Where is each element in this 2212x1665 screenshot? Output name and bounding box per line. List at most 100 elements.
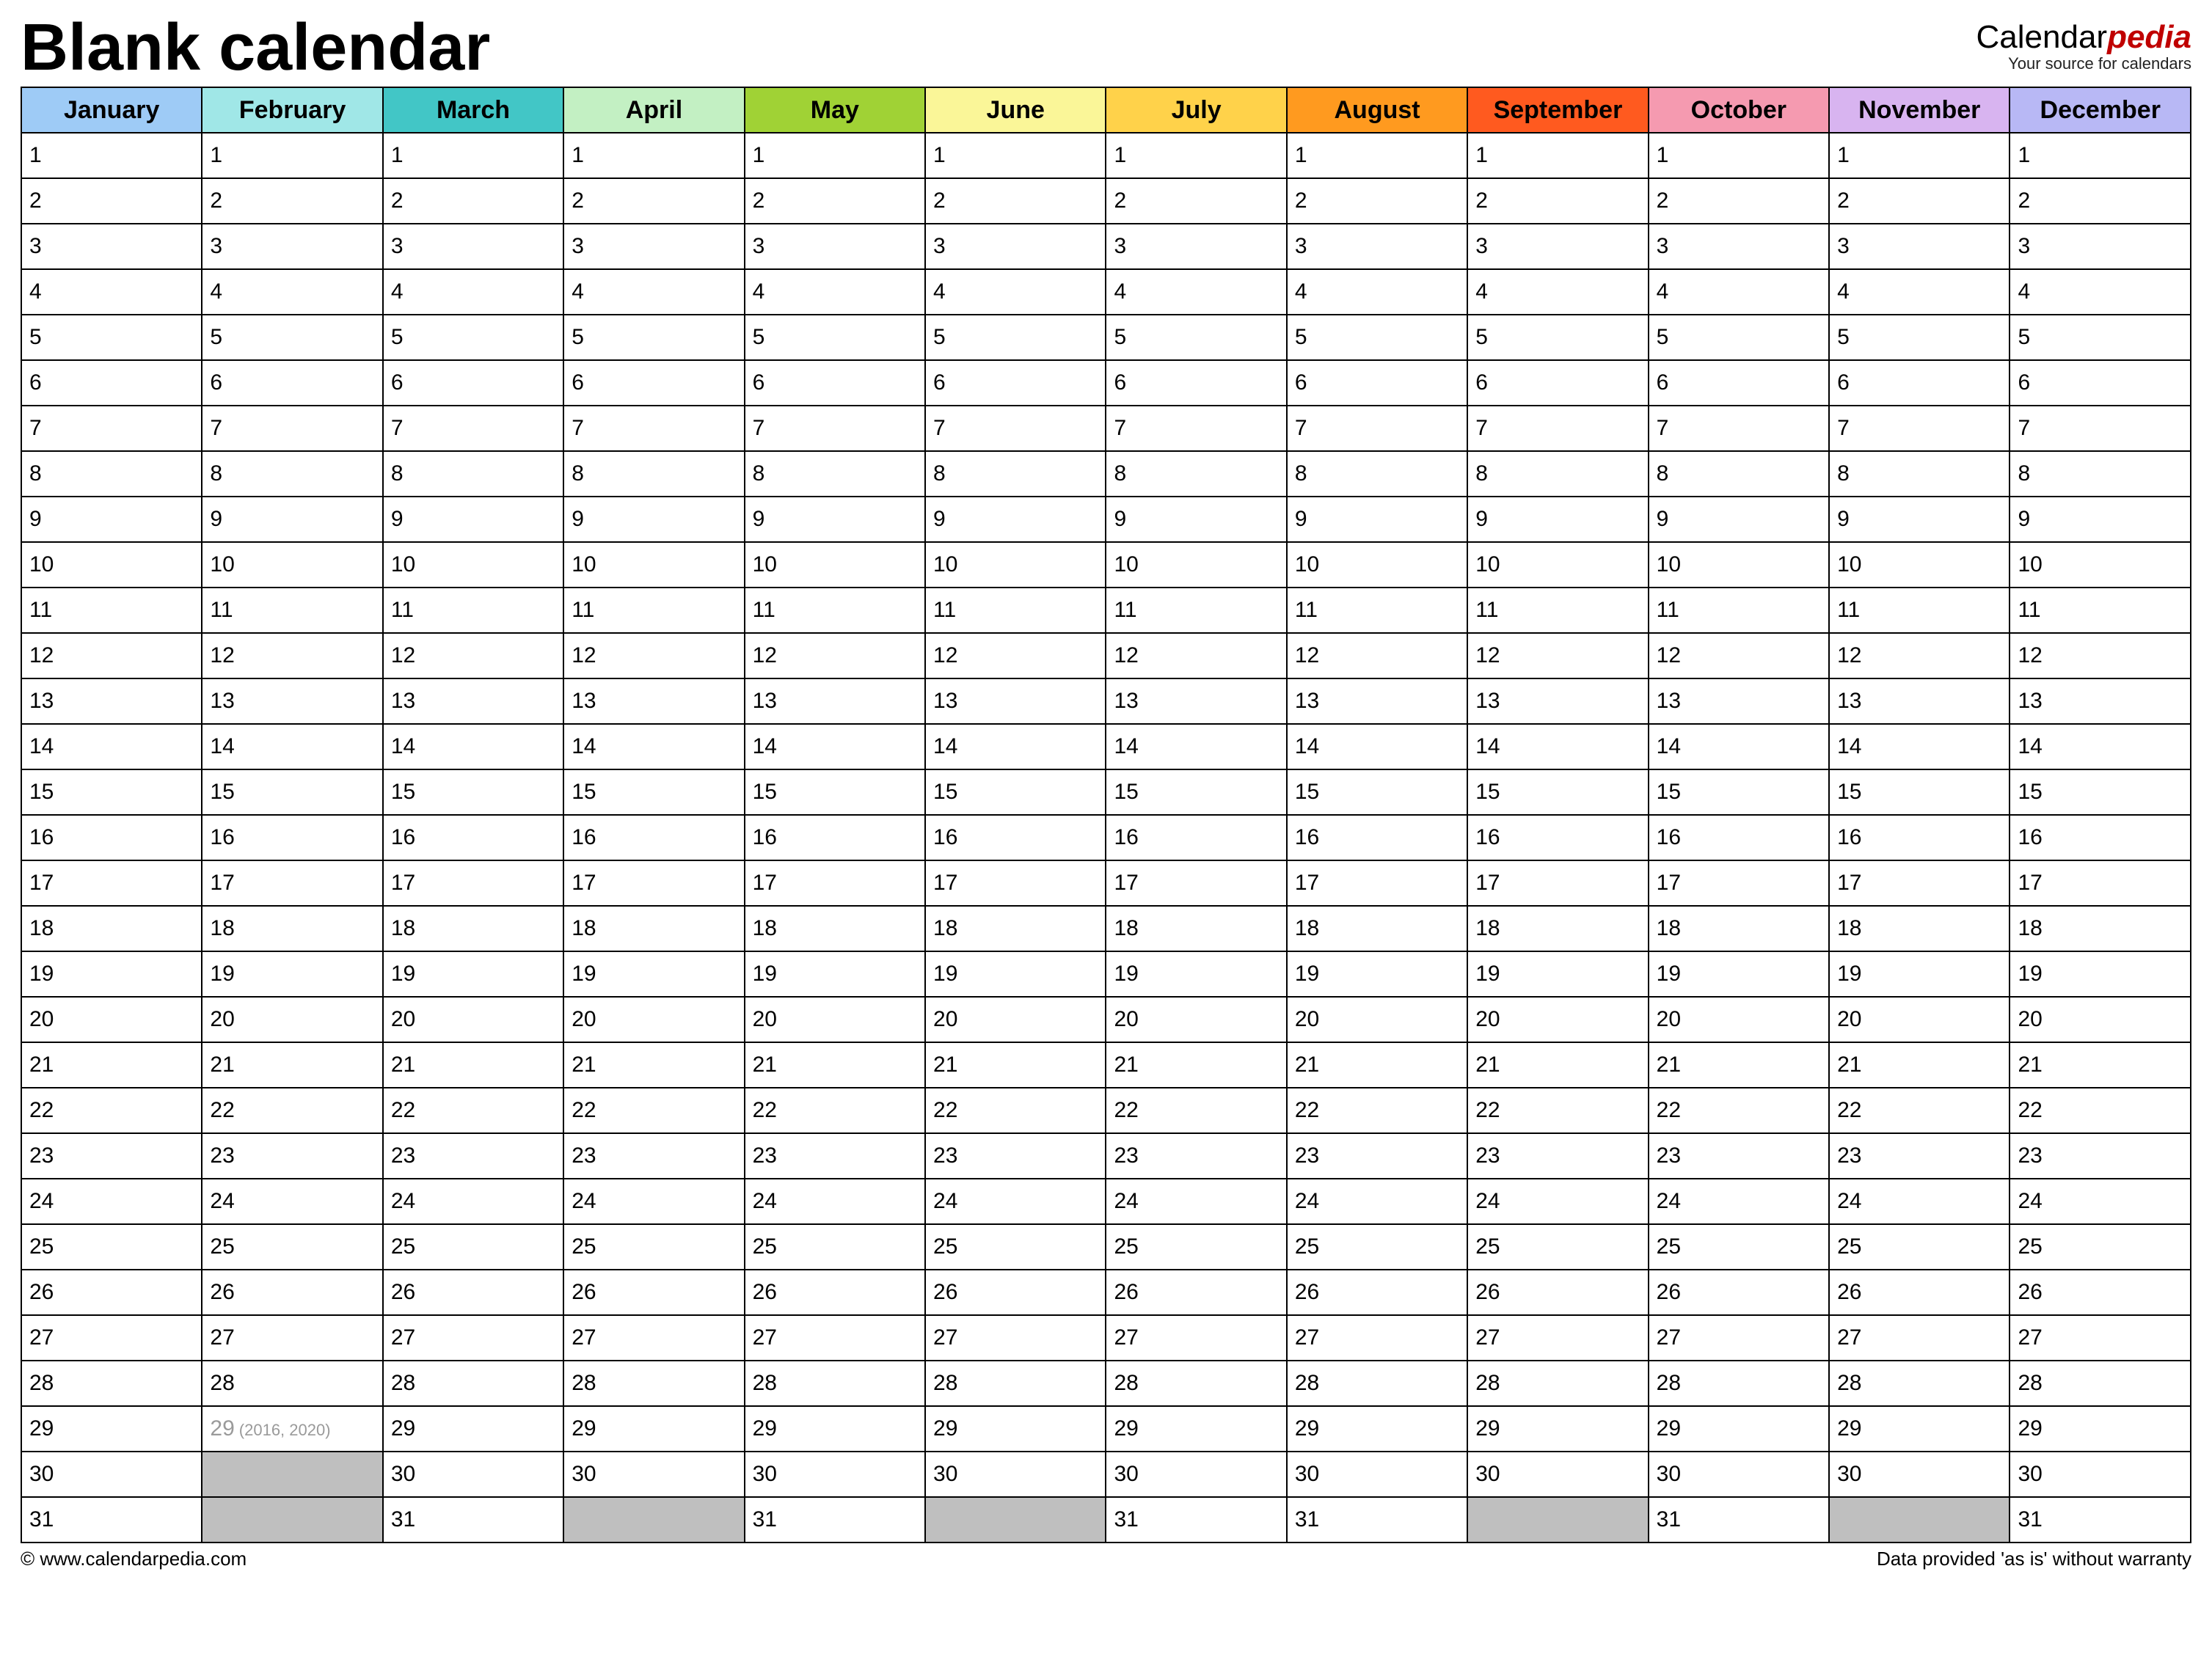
- day-cell: 5: [925, 315, 1106, 360]
- day-cell: 21: [563, 1042, 744, 1088]
- day-cell: 26: [1467, 1270, 1648, 1315]
- day-cell: 1: [21, 133, 202, 178]
- day-cell: 6: [202, 360, 382, 406]
- day-cell: 7: [383, 406, 563, 451]
- day-cell: 29: [1829, 1406, 2010, 1452]
- day-cell: 17: [745, 860, 925, 906]
- brand-prefix: Calendar: [1976, 19, 2108, 55]
- month-header: August: [1287, 87, 1467, 133]
- day-cell: 14: [925, 724, 1106, 769]
- day-cell: 23: [2010, 1133, 2191, 1179]
- day-cell: 25: [1106, 1224, 1286, 1270]
- day-cell: 1: [383, 133, 563, 178]
- day-cell: 1: [925, 133, 1106, 178]
- day-cell: 4: [1649, 269, 1829, 315]
- month-header: January: [21, 87, 202, 133]
- day-row: 242424242424242424242424: [21, 1179, 2191, 1224]
- day-cell: 16: [1106, 815, 1286, 860]
- day-cell: 8: [383, 451, 563, 497]
- day-cell: 17: [925, 860, 1106, 906]
- brand-tagline: Your source for calendars: [1976, 54, 2191, 73]
- day-cell: 20: [1467, 997, 1648, 1042]
- day-cell: 20: [1287, 997, 1467, 1042]
- day-cell: 28: [2010, 1361, 2191, 1406]
- day-cell: 9: [383, 497, 563, 542]
- day-cell: 5: [1106, 315, 1286, 360]
- day-cell: 24: [202, 1179, 382, 1224]
- day-cell: 13: [1649, 678, 1829, 724]
- day-cell: 27: [21, 1315, 202, 1361]
- day-cell: 4: [2010, 269, 2191, 315]
- day-cell: 8: [563, 451, 744, 497]
- day-row: 2929(2016, 2020)29292929292929292929: [21, 1406, 2191, 1452]
- day-row: 222222222222222222222222: [21, 1088, 2191, 1133]
- day-cell: 9: [745, 497, 925, 542]
- day-cell: 3: [2010, 224, 2191, 269]
- day-cell: 20: [925, 997, 1106, 1042]
- day-cell: 29: [1287, 1406, 1467, 1452]
- day-cell: 20: [1829, 997, 2010, 1042]
- day-cell: 3: [383, 224, 563, 269]
- day-cell: 15: [1467, 769, 1648, 815]
- day-cell: 25: [21, 1224, 202, 1270]
- day-cell: 19: [1106, 951, 1286, 997]
- day-cell: 11: [745, 588, 925, 633]
- day-cell: 6: [1467, 360, 1648, 406]
- day-row: 212121212121212121212121: [21, 1042, 2191, 1088]
- day-cell: 2: [1649, 178, 1829, 224]
- day-cell: 29: [1467, 1406, 1648, 1452]
- day-cell: 15: [925, 769, 1106, 815]
- day-cell: 2: [21, 178, 202, 224]
- day-row: 555555555555: [21, 315, 2191, 360]
- day-row: 171717171717171717171717: [21, 860, 2191, 906]
- day-cell: 10: [1467, 542, 1648, 588]
- day-row: 111111111111111111111111: [21, 588, 2191, 633]
- day-cell: 2: [1106, 178, 1286, 224]
- day-cell: 20: [1106, 997, 1286, 1042]
- day-cell: 26: [1649, 1270, 1829, 1315]
- day-cell: 9: [1287, 497, 1467, 542]
- day-cell: 17: [21, 860, 202, 906]
- day-cell: 6: [21, 360, 202, 406]
- day-cell: 29: [21, 1406, 202, 1452]
- day-cell: 3: [1106, 224, 1286, 269]
- day-cell: 10: [202, 542, 382, 588]
- day-cell: 16: [202, 815, 382, 860]
- day-cell: 19: [21, 951, 202, 997]
- day-cell: 27: [1829, 1315, 2010, 1361]
- day-cell: 24: [1106, 1179, 1286, 1224]
- day-row: 191919191919191919191919: [21, 951, 2191, 997]
- day-cell: 9: [925, 497, 1106, 542]
- day-cell: 22: [925, 1088, 1106, 1133]
- day-cell: 10: [383, 542, 563, 588]
- calendar-head: JanuaryFebruaryMarchAprilMayJuneJulyAugu…: [21, 87, 2191, 133]
- day-cell: 28: [1106, 1361, 1286, 1406]
- day-row: 3030303030303030303030: [21, 1452, 2191, 1497]
- day-cell: 2: [925, 178, 1106, 224]
- day-cell: 11: [1649, 588, 1829, 633]
- day-cell: 24: [2010, 1179, 2191, 1224]
- day-cell: 28: [745, 1361, 925, 1406]
- day-cell: 13: [925, 678, 1106, 724]
- day-cell: 15: [202, 769, 382, 815]
- day-cell: 5: [1829, 315, 2010, 360]
- day-cell: 2: [745, 178, 925, 224]
- day-cell: 20: [21, 997, 202, 1042]
- day-cell: 8: [21, 451, 202, 497]
- day-cell: 15: [745, 769, 925, 815]
- day-cell: 5: [1649, 315, 1829, 360]
- day-cell: 6: [925, 360, 1106, 406]
- month-header: June: [925, 87, 1106, 133]
- day-cell: 15: [21, 769, 202, 815]
- day-cell: 2: [383, 178, 563, 224]
- leap-day-note: (2016, 2020): [239, 1421, 331, 1439]
- month-header: May: [745, 87, 925, 133]
- day-cell: 28: [383, 1361, 563, 1406]
- day-cell: 5: [21, 315, 202, 360]
- blank-cell: [202, 1452, 382, 1497]
- day-cell: 7: [1106, 406, 1286, 451]
- day-cell: 7: [745, 406, 925, 451]
- day-row: 141414141414141414141414: [21, 724, 2191, 769]
- day-cell: 13: [745, 678, 925, 724]
- day-cell: 24: [1829, 1179, 2010, 1224]
